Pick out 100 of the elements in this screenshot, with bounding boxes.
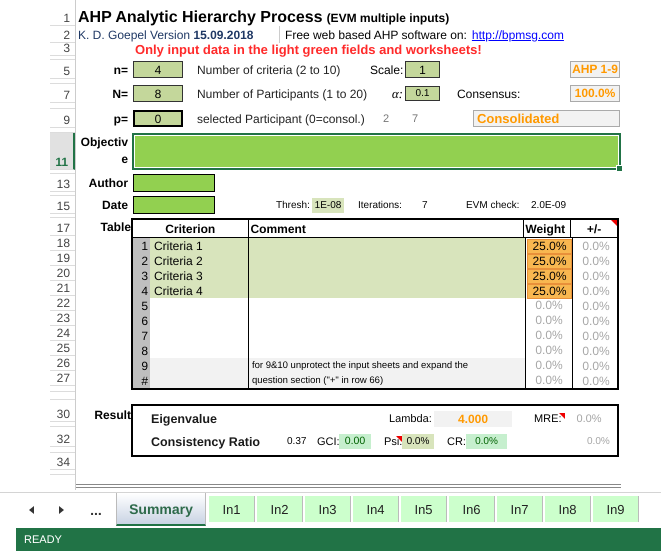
criterion-index: 9 <box>133 358 150 373</box>
row-number[interactable]: 3 <box>63 41 70 55</box>
comment-marker-icon <box>611 220 617 226</box>
sheet-tab[interactable]: In8 <box>545 496 591 522</box>
sheet-subtitle: (EVM multiple inputs) <box>326 10 450 24</box>
deviation-value: 0.0% <box>582 374 610 388</box>
comment-cell[interactable] <box>249 238 526 253</box>
criterion-index: 7 <box>133 328 150 343</box>
status-text: READY <box>24 534 62 546</box>
row-number[interactable]: 30 <box>56 407 70 421</box>
weight-value: 0.0% <box>534 358 564 372</box>
input-field[interactable]: 0.1 <box>405 86 440 101</box>
sheet-tab[interactable]: In7 <box>497 496 543 522</box>
author-version: K. D. Goepel Version 15.09.2018 <box>78 28 254 42</box>
sheet-tab[interactable]: In4 <box>353 496 399 522</box>
sheet-tab[interactable]: In5 <box>401 496 447 522</box>
sheet-tab[interactable]: In2 <box>257 496 303 522</box>
deviation-value: 0.0% <box>582 254 610 268</box>
scale-name: AHP 1-9 <box>570 61 620 78</box>
input-field[interactable] <box>133 196 215 214</box>
deviation-value: 0.0% <box>582 298 610 312</box>
comment-cell[interactable]: for 9&10 unprotect the input sheets and expand the <box>249 358 526 373</box>
row-number[interactable]: 26 <box>56 356 70 370</box>
eigenvalue-label: Eigenvalue <box>151 412 218 426</box>
objective-field[interactable] <box>132 133 621 170</box>
lambda-value: 4.000 <box>434 411 512 428</box>
weight-value: 25.0% <box>527 254 572 269</box>
evm-check-label: EVM check: <box>466 200 520 210</box>
row-number[interactable]: 23 <box>56 311 70 325</box>
objective-label: Objective <box>80 134 128 168</box>
more-sheets-button[interactable]: ... <box>76 493 116 526</box>
row-number[interactable]: 1 <box>63 11 70 25</box>
sheet-tab[interactable]: Summary <box>116 493 206 526</box>
weight-value: 0.0% <box>534 298 564 312</box>
comment-cell[interactable] <box>249 283 526 298</box>
row-number[interactable]: 17 <box>56 221 70 235</box>
input-field[interactable]: 8 <box>133 85 183 102</box>
input-field[interactable]: 4 <box>133 61 183 78</box>
sheet-title: AHP Analytic Hierarchy Process <box>78 8 323 26</box>
row-number[interactable]: 20 <box>56 266 70 280</box>
row-number[interactable]: 15 <box>56 199 70 213</box>
row-number[interactable]: 5 <box>63 64 70 78</box>
sheet-tab[interactable]: In6 <box>449 496 495 522</box>
row-number[interactable]: 27 <box>56 371 70 385</box>
criterion-index: 8 <box>133 343 150 358</box>
criterion-cell[interactable]: Criteria 4 <box>150 283 249 298</box>
criterion-index: 1 <box>133 238 150 253</box>
consensus-label: Consensus: <box>457 86 522 100</box>
criterion-cell[interactable]: Criteria 3 <box>150 268 249 283</box>
deviation-value: 0.0% <box>582 268 610 282</box>
input-field[interactable] <box>133 174 215 192</box>
author-label: Author <box>88 176 128 190</box>
row-number[interactable]: 9 <box>63 113 70 127</box>
psi-value: 0.0% <box>402 434 434 450</box>
threshold-value: 1E-08 <box>312 198 344 212</box>
criterion-cell[interactable] <box>150 373 249 388</box>
row-number[interactable]: 11 <box>55 155 68 169</box>
row-number[interactable]: 21 <box>56 281 70 295</box>
column-header: Criterion <box>165 222 216 236</box>
criterion-cell[interactable]: Criteria 1 <box>150 238 249 253</box>
parameter-description: Number of criteria (2 to 10) <box>197 62 342 76</box>
participant-status: Consolidated <box>473 110 620 127</box>
lambda-label: Lambda: <box>389 413 433 426</box>
scroll-left-icon[interactable] <box>28 506 34 514</box>
input-field[interactable]: 1 <box>405 61 440 78</box>
web-label: Free web based AHP software on: <box>285 28 467 42</box>
evm-check-value: 2.0E-09 <box>531 200 566 210</box>
mre-value: 0.0% <box>576 413 602 426</box>
sheet-tab[interactable]: In9 <box>593 496 639 522</box>
consistency-ratio-label: Consistency Ratio <box>151 434 262 449</box>
row-number[interactable]: 13 <box>56 177 70 191</box>
web-link[interactable]: http://bpmsg.com <box>472 28 564 42</box>
criterion-cell[interactable]: Criteria 2 <box>150 253 249 268</box>
row-number[interactable]: 18 <box>56 236 70 250</box>
deviation-value: 0.0% <box>582 358 610 372</box>
row-number[interactable]: 22 <box>56 296 70 310</box>
sheet-tab[interactable]: In3 <box>305 496 351 522</box>
deviation-value: 0.0% <box>582 344 610 358</box>
weight-value: 0.0% <box>534 343 564 357</box>
row-number[interactable]: 24 <box>56 326 70 340</box>
row-number[interactable]: 7 <box>63 88 70 102</box>
comment-cell[interactable]: question section ("+" in row 66) <box>249 373 526 388</box>
row-number[interactable]: 34 <box>56 455 70 469</box>
deviation-value: 0.0% <box>582 284 610 298</box>
row-number[interactable]: 19 <box>56 251 70 265</box>
row-number[interactable]: 2 <box>63 28 70 42</box>
threshold-label: Thresh: <box>276 200 311 210</box>
row-number[interactable]: 25 <box>56 341 70 355</box>
deviation-value: 0.0% <box>582 328 610 342</box>
scroll-right-icon[interactable] <box>58 506 64 514</box>
parameter-description: selected Participant (0=consol.) <box>197 112 366 126</box>
row-number[interactable]: 32 <box>56 432 70 446</box>
sheet-tab[interactable]: In1 <box>209 496 255 522</box>
cr-label: CR: <box>447 436 466 448</box>
criterion-index: 5 <box>133 298 150 313</box>
criterion-index: 3 <box>133 268 150 283</box>
criterion-cell[interactable] <box>150 358 249 373</box>
cr-value: 0.0% <box>466 434 507 450</box>
consistency-value: 0.37 <box>287 436 308 448</box>
input-field[interactable]: 0 <box>133 110 183 127</box>
